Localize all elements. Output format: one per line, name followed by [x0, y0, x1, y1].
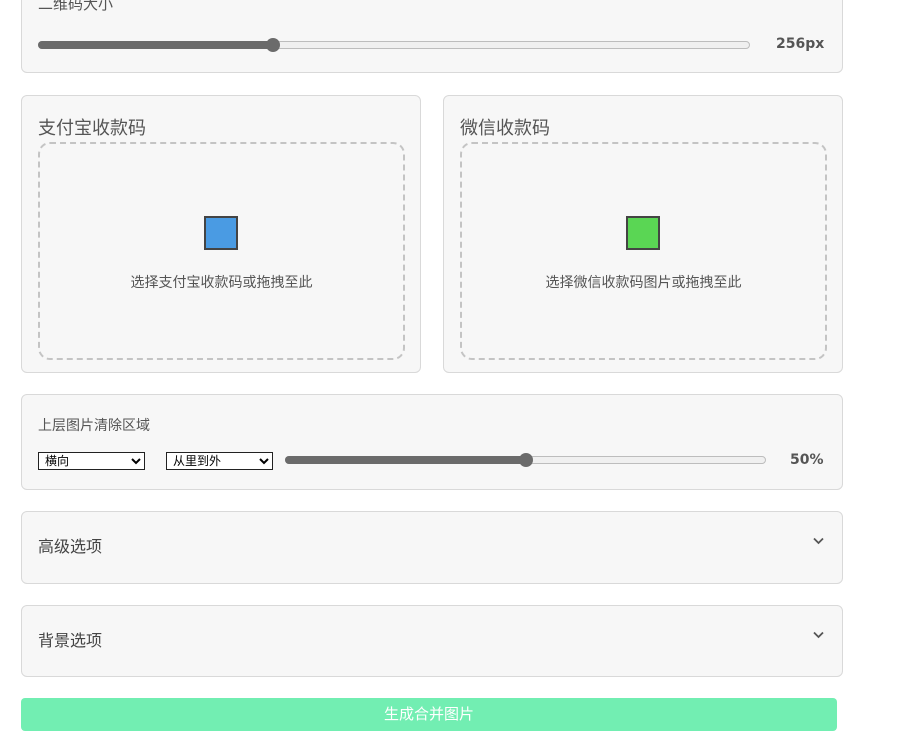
blue-square-icon [204, 216, 238, 250]
qr-size-slider[interactable] [38, 38, 750, 52]
alipay-title: 支付宝收款码 [38, 118, 146, 139]
direction-select[interactable]: 横向 [38, 452, 145, 470]
clear-area-value: 50% [790, 452, 824, 468]
qr-size-label: 二维码大小 [38, 0, 114, 13]
advanced-options-accordion[interactable]: 高级选项 [21, 511, 843, 584]
green-square-icon [626, 216, 660, 250]
wechat-drop-text: 选择微信收款码图片或拖拽至此 [545, 275, 742, 291]
qr-size-slider-fill [38, 41, 273, 49]
alipay-dropzone[interactable]: 选择支付宝收款码或拖拽至此 [38, 142, 405, 360]
qr-size-slider-thumb[interactable] [266, 38, 281, 52]
wechat-title: 微信收款码 [460, 118, 550, 139]
clear-area-slider[interactable] [285, 453, 766, 467]
clear-area-label: 上层图片清除区域 [38, 418, 150, 434]
order-select[interactable]: 从里到外 [166, 452, 273, 470]
qr-size-value: 256px [776, 36, 825, 52]
background-options-title: 背景选项 [38, 631, 103, 650]
generate-merged-image-button[interactable]: 生成合并图片 [21, 698, 837, 731]
qr-size-card: 二维码大小 256px [21, 0, 843, 73]
alipay-drop-text: 选择支付宝收款码或拖拽至此 [130, 275, 313, 291]
advanced-options-title: 高级选项 [38, 537, 103, 556]
background-options-accordion[interactable]: 背景选项 [21, 605, 843, 677]
clear-area-card: 上层图片清除区域 横向 从里到外 50% [21, 394, 843, 490]
chevron-down-icon[interactable] [813, 628, 824, 642]
chevron-down-icon[interactable] [813, 534, 824, 548]
wechat-dropzone[interactable]: 选择微信收款码图片或拖拽至此 [460, 142, 827, 360]
clear-area-slider-fill [285, 456, 525, 464]
clear-area-slider-thumb[interactable] [518, 453, 533, 467]
alipay-card: 支付宝收款码 选择支付宝收款码或拖拽至此 [21, 95, 421, 373]
wechat-card: 微信收款码 选择微信收款码图片或拖拽至此 [443, 95, 843, 373]
